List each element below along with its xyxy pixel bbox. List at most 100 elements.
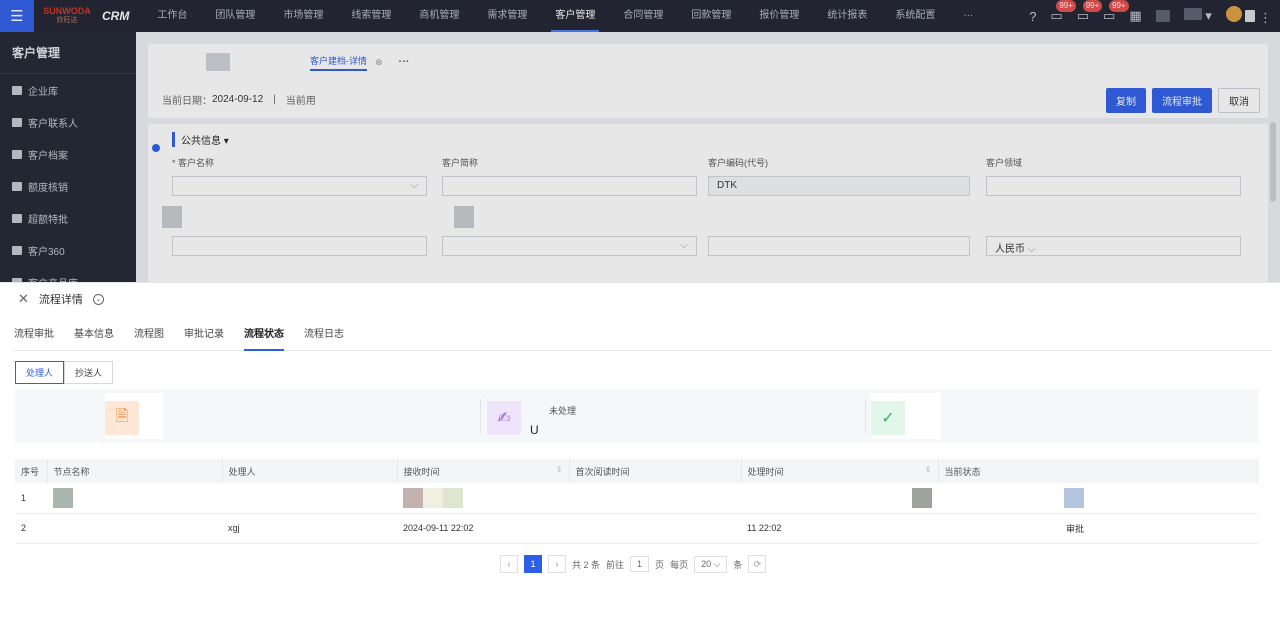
process-detail-drawer: ✕ 流程详情 ⌄ 流程审批 基本信息 流程图 审批记录 流程状态 流程日志 处理人 抄送人 … [0, 282, 1280, 620]
close-icon[interactable]: ⊗ [375, 57, 383, 68]
sidebar-item-icon [12, 149, 22, 159]
currency-select[interactable]: 人民币 ⌵ [986, 236, 1241, 256]
customer-code-value: DTK [717, 180, 737, 191]
segment-button[interactable]: 抄送人 [64, 361, 114, 384]
scrollbar[interactable] [1270, 122, 1276, 202]
customer-code-input[interactable]: DTK [708, 176, 970, 196]
drawer-tab[interactable]: 流程审批 [14, 327, 54, 351]
customer-short-input[interactable] [442, 176, 697, 196]
per-page-value: 20 [701, 558, 712, 569]
blurred-tool[interactable] [1155, 10, 1170, 22]
table-row[interactable]: 2 xgj 2024-09-11 22:02 11 22:02 审批 [15, 513, 1258, 544]
task-icon[interactable]: ▭ 99+ [1103, 0, 1129, 24]
table-row[interactable]: 1 [15, 483, 1258, 514]
sort-icon[interactable]: ⇕ [556, 465, 563, 474]
nav-item[interactable]: 团队管理 [201, 0, 269, 32]
customer-name-label: * 客户名称 [172, 158, 215, 168]
copy-button[interactable]: 复制 [1106, 88, 1146, 113]
sidebar-item-label: 额度核销 [28, 182, 68, 194]
sidebar-item-icon [12, 117, 22, 127]
menu-icon[interactable]: ☰ [0, 0, 34, 32]
nav-item[interactable]: 合同管理 [609, 0, 677, 32]
cell-process-time [741, 483, 938, 514]
pagination: ‹ 1 › 共 2 条 前往 1 页 每页 20 ⌵ 条 ⟳ [500, 555, 767, 573]
drawer-tab[interactable]: 基本信息 [74, 327, 114, 351]
sidebar-item-icon [12, 213, 22, 223]
drawer-tab[interactable]: 流程日志 [304, 327, 344, 351]
nav-item[interactable]: 市场管理 [269, 0, 337, 32]
goto-page-input[interactable]: 1 [630, 556, 650, 572]
signature-icon: ✍ [487, 401, 521, 435]
per-page-select[interactable]: 20 ⌵ [694, 555, 728, 573]
logo-subtext: 欣旺达 [56, 17, 78, 24]
check-circle-icon: ✓ [871, 401, 905, 435]
sidebar: 客户管理 企业库客户联系人客户档案额度核销超额特批客户360客户产品库 [0, 32, 136, 290]
sidebar-item-label: 企业库 [28, 86, 58, 98]
tab-customer-detail[interactable]: 客户建档-详情 [310, 54, 367, 71]
nav-item[interactable]: 需求管理 [473, 0, 541, 32]
sort-icon[interactable]: ⇕ [925, 465, 932, 474]
blurred-tab[interactable] [206, 53, 230, 71]
nav-item[interactable]: 商机管理 [405, 0, 473, 32]
sidebar-item[interactable]: 企业库 [0, 74, 136, 106]
customer-name-input[interactable]: ⌵ [172, 176, 427, 196]
sidebar-item-label: 客户档案 [28, 150, 68, 162]
customer-other-label: 客户领域 [986, 158, 1023, 168]
drawer-title: 流程详情 [38, 294, 83, 306]
field-input-2b[interactable]: ⌵ [442, 236, 697, 256]
section-title[interactable]: 公共信息 ▾ [172, 132, 229, 147]
chevron-down-icon[interactable]: ⌄ [92, 293, 104, 305]
drawer-tab[interactable]: 流程状态 [244, 327, 284, 351]
nav-item[interactable]: 工作台 [143, 0, 201, 32]
cancel-button[interactable]: 取消 [1218, 88, 1260, 113]
close-icon[interactable]: ✕ [18, 291, 29, 307]
nav-menu: 工作台 团队管理 市场管理 线索管理 商机管理 需求管理 客户管理 合同管理 回款管理 报价管理统… [143, 0, 987, 32]
customer-short-label: 客户简称 [442, 158, 479, 168]
col-current-status: 当前状态 [938, 459, 1258, 483]
sidebar-item[interactable]: 客户联系人 [0, 106, 136, 138]
sidebar-item[interactable]: 额度核销 [0, 170, 136, 202]
handler-segment: 处理人 抄送人 [15, 361, 114, 384]
drawer-tab[interactable]: 审批记录 [184, 327, 224, 351]
user-dropdown[interactable]: ▾ [1183, 8, 1212, 24]
more-icon[interactable]: ··· [399, 56, 410, 68]
segment-button[interactable]: 处理人 [15, 361, 65, 384]
blurred-region [1064, 487, 1084, 508]
sidebar-item[interactable]: 客户360 [0, 234, 136, 266]
sidebar-item[interactable]: 客户档案 [0, 138, 136, 170]
nav-item[interactable]: 统计报表 [813, 0, 881, 32]
nav-item[interactable]: 系统配置 [881, 0, 949, 32]
process-approval-button[interactable]: 流程审批 [1152, 88, 1212, 113]
help-icon[interactable]: ? [1029, 9, 1036, 24]
col-index: 序号 [15, 459, 48, 483]
field-input-2c[interactable] [708, 236, 970, 256]
cell-status: 审批 [938, 513, 1258, 544]
col-node-name: 节点名称 [47, 459, 223, 483]
drawer-tab[interactable]: 流程图 [134, 327, 164, 351]
col-process-time[interactable]: 处理时间 ⇕ [741, 459, 939, 483]
refresh-icon[interactable]: ⟳ [748, 555, 767, 573]
total-count: 共 2 条 [572, 559, 601, 570]
nav-item[interactable]: 线索管理 [337, 0, 405, 32]
sidebar-item[interactable]: 超额特批 [0, 202, 136, 234]
drawer-header: ✕ 流程详情 ⌄ [18, 291, 104, 307]
avatar[interactable]: ⋮ [1225, 6, 1272, 26]
next-page-button[interactable]: › [548, 555, 566, 573]
prev-page-button[interactable]: ‹ [500, 555, 518, 573]
nav-item[interactable]: 回款管理 [677, 0, 745, 32]
blurred-region [403, 487, 423, 508]
field-input-2a[interactable] [172, 236, 427, 256]
nav-item[interactable]: 客户管理 [541, 0, 609, 32]
blurred-region [454, 206, 474, 228]
cell-index: 1 [15, 483, 47, 514]
customer-other-input[interactable] [986, 176, 1241, 196]
nav-item[interactable]: 报价管理 [745, 0, 813, 32]
sidebar-item-label: 客户360 [28, 246, 65, 258]
page-number-current[interactable]: 1 [524, 555, 542, 573]
stat-label-2: 未处理 [549, 406, 577, 416]
notification-icon[interactable]: ▭ 99+ [1050, 0, 1076, 24]
nav-item[interactable]: ··· [949, 0, 987, 32]
grid-icon[interactable]: ▦ [1129, 8, 1141, 24]
col-receive-time[interactable]: 接收时间 ⇕ [397, 459, 570, 483]
message-icon[interactable]: ▭ 99+ [1077, 0, 1103, 24]
